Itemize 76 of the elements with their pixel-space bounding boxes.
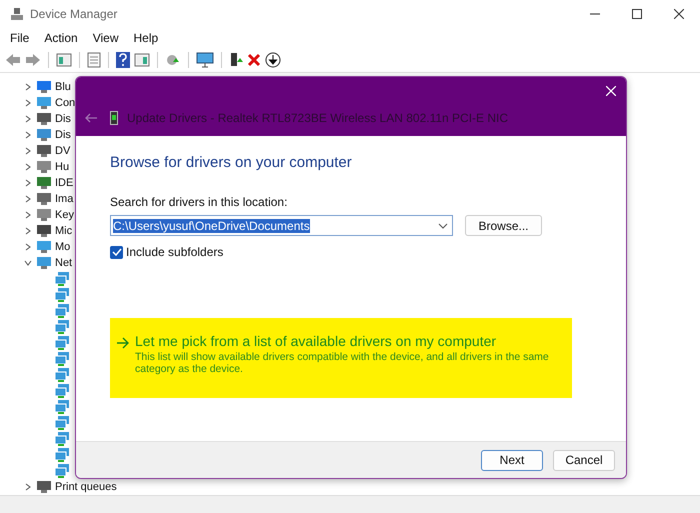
tree-view-icon[interactable] (56, 53, 72, 67)
help-icon[interactable] (116, 52, 130, 68)
update-driver-icon[interactable] (229, 52, 243, 68)
tree-item[interactable]: Mic (55, 225, 72, 237)
expand-chevron-icon[interactable] (24, 259, 32, 267)
option-title[interactable]: Let me pick from a list of available drivers on my computer (135, 333, 555, 349)
network-adapter-icon[interactable] (54, 448, 70, 462)
download-icon[interactable] (265, 52, 281, 68)
expand-chevron-icon[interactable] (24, 163, 32, 171)
dialog-title: Update Drivers - Realtek RTL8723BE Wireless LAN 802.11n PCI-E NIC (127, 111, 508, 125)
monitor-icon (36, 240, 52, 254)
menu-item[interactable]: View (92, 31, 118, 45)
pick-from-list-link[interactable]: Let me pick from a list of available drivers on my computer This list will show available drivers compatible with the device, and all drivers in the same category as the device. (110, 318, 572, 398)
expand-chevron-icon[interactable] (24, 483, 32, 491)
menu-item[interactable]: Action (44, 31, 78, 45)
checkbox-label: Include subfolders (126, 245, 224, 259)
tree-item[interactable]: DV (55, 145, 70, 157)
expand-chevron-icon[interactable] (24, 115, 32, 123)
expand-chevron-icon[interactable] (24, 211, 32, 219)
checkbox[interactable] (110, 246, 123, 258)
tree-item[interactable]: Blu (55, 81, 71, 93)
path-combo-field[interactable]: C:\Users\yusuf\OneDrive\Documents (110, 215, 453, 236)
app-icon (10, 7, 24, 21)
expand-chevron-icon[interactable] (24, 147, 32, 155)
forward-icon[interactable] (25, 53, 41, 67)
network-adapter-icon[interactable] (54, 304, 70, 318)
network-adapter-icon[interactable] (54, 336, 70, 350)
network-adapter-icon[interactable] (54, 368, 70, 382)
network-adapter-icon[interactable] (54, 272, 70, 286)
network-card-icon (110, 111, 118, 125)
network-adapter-icon[interactable] (54, 288, 70, 302)
tree-item[interactable]: Dis (55, 129, 71, 141)
expand-chevron-icon[interactable] (24, 195, 32, 203)
tree-item[interactable]: Key (55, 209, 74, 221)
uninstall-icon[interactable] (247, 53, 261, 67)
tree-item[interactable]: Mo (55, 241, 70, 253)
cancel-button[interactable]: Cancel (553, 450, 615, 470)
close-icon[interactable] (674, 9, 684, 19)
option-description: This list will show available drivers compatible with the device, and all drivers in the same category as the device. (135, 351, 550, 375)
back-icon[interactable] (84, 113, 98, 123)
network-adapter-icon[interactable] (54, 416, 70, 430)
tree-item[interactable]: IDE (55, 177, 74, 189)
network-adapter-icon[interactable] (54, 320, 70, 334)
tree-item[interactable]: Con (55, 97, 76, 109)
tree-item[interactable]: Net (55, 257, 72, 269)
expand-chevron-icon[interactable] (24, 179, 32, 187)
panel-icon[interactable] (134, 53, 150, 67)
tree-item[interactable]: Ima (55, 193, 74, 205)
tree-item[interactable]: Dis (55, 113, 71, 125)
monitor-icon (36, 96, 52, 110)
expand-chevron-icon[interactable] (24, 99, 32, 107)
properties-icon[interactable] (87, 52, 101, 68)
next-button[interactable]: Next (481, 450, 543, 470)
expand-chevron-icon[interactable] (24, 227, 32, 235)
monitor-icon[interactable] (196, 52, 214, 68)
network-adapter-icon[interactable] (54, 432, 70, 446)
menu-item[interactable]: File (10, 31, 30, 45)
network-adapter-icon[interactable] (54, 384, 70, 398)
arrow-icon (116, 337, 130, 349)
expand-chevron-icon[interactable] (24, 83, 32, 91)
expand-chevron-icon[interactable] (24, 243, 32, 251)
expand-chevron-icon[interactable] (24, 131, 32, 139)
maximize-icon[interactable] (632, 9, 642, 19)
network-adapter-icon[interactable] (54, 352, 70, 366)
dropdown-icon[interactable] (438, 222, 448, 228)
browse-button[interactable]: Browse... (465, 215, 542, 236)
menu-item[interactable]: Help (134, 31, 158, 45)
tree-item[interactable]: Hu (55, 161, 70, 173)
network-adapter-icon[interactable] (54, 400, 70, 414)
tree-item[interactable]: Print queues (55, 481, 117, 493)
search-label: Search for drivers in this location: (110, 195, 288, 209)
dialog-heading: Browse for drivers on your computer (110, 154, 353, 171)
network-adapter-icon[interactable] (54, 464, 70, 478)
back-icon[interactable] (5, 53, 21, 67)
window-title: Device Manager (30, 7, 118, 21)
display-icon (36, 128, 52, 142)
